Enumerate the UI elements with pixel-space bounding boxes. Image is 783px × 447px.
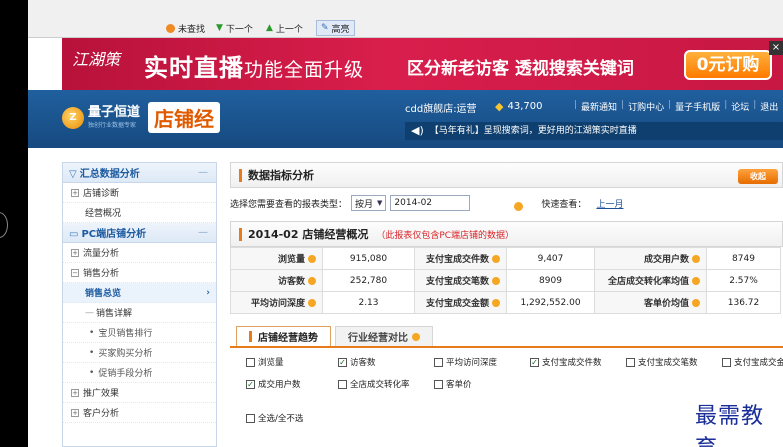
banner-promo: 区分新老访客 透视搜索关键词 bbox=[407, 59, 634, 79]
info-icon[interactable] bbox=[492, 277, 500, 285]
checkbox-orders[interactable]: 支付宝成交笔数 bbox=[626, 356, 722, 368]
report-filter: 选择您需要查看的报表类型： 按月 ▼ 2014-02 快速查看： 上一月 bbox=[230, 188, 783, 218]
checkbox-pageviews[interactable]: 浏览量 bbox=[246, 356, 338, 368]
nav-mobile[interactable]: 量子手机版 bbox=[675, 100, 720, 113]
sidebar-item-buyer[interactable]: • 买家购买分析 bbox=[63, 343, 216, 363]
watermark-text: 最需教育 bbox=[693, 398, 783, 447]
checkbox-conversion[interactable]: 全店成交转化率 bbox=[338, 378, 434, 390]
brand: Z 量子恒道 独创行业数据专家 店铺经 bbox=[62, 102, 221, 133]
app-header: Z 量子恒道 独创行业数据专家 店铺经 cdd旗舰店:运营 ◆ 43,700 | 最… bbox=[28, 90, 783, 148]
close-icon[interactable]: × bbox=[769, 41, 783, 55]
ad-banner[interactable]: 江湖策 实时直播功能全面升级 区分新老访客 透视搜索关键词 0元订购 bbox=[62, 38, 783, 90]
tab-industry-compare[interactable]: 行业经营对比 bbox=[335, 326, 433, 346]
sidebar-item-ranking[interactable]: • 宝贝销售排行 bbox=[63, 323, 216, 343]
nav-forum[interactable]: 论坛 bbox=[731, 100, 749, 113]
sidebar-item-traffic[interactable]: + 流量分析 bbox=[63, 243, 216, 263]
nav-notice[interactable]: 最新通知 bbox=[581, 100, 617, 113]
order-button[interactable]: 0元订购 bbox=[684, 50, 772, 80]
sidebar-item-overview[interactable]: 经营概况 bbox=[63, 203, 216, 223]
coin-balance: ◆ 43,700 bbox=[495, 100, 543, 113]
quick-view-label: 快速查看： bbox=[541, 199, 587, 210]
news-ticker[interactable]: ◀) 【马年有礼】呈现搜索词，更好用的江湖策实时直播 bbox=[405, 122, 783, 140]
product-name: 店铺经 bbox=[148, 102, 221, 133]
info-icon[interactable] bbox=[308, 299, 316, 307]
chevron-down-icon: ▼ bbox=[377, 199, 383, 207]
collapse-button[interactable]: 收起 bbox=[738, 169, 778, 184]
info-icon[interactable] bbox=[492, 255, 500, 263]
top-nav: | 最新通知 | 订购中心 | 量子手机版 | 论坛 | 退出 bbox=[574, 100, 779, 113]
metrics-table: 浏览量 915,080 支付宝成交件数 9,407 成交用户数 8749 访客数… bbox=[230, 247, 781, 314]
sidebar-item-customer[interactable]: + 客户分析 bbox=[63, 403, 216, 423]
sidebar-item-promo[interactable]: • 促销手段分析 bbox=[63, 363, 216, 383]
sidebar-item-sales-overview[interactable]: 销售总览 › bbox=[63, 283, 216, 303]
info-icon[interactable] bbox=[492, 299, 500, 307]
sidebar: ▽ 汇总数据分析 — + 店铺诊断 经营概况 ▭ PC端店铺分析 — + 流量分析 − 销售分… bbox=[62, 162, 217, 447]
checkbox-select-all[interactable]: 全选/全不选 bbox=[246, 412, 303, 424]
checkbox-buyers[interactable]: ✓ 成交用户数 bbox=[246, 378, 338, 390]
chevron-right-icon: › bbox=[206, 287, 210, 298]
find-bar: 未查找 ▼ 下一个 ▲ 上一个 ✎ 高亮 bbox=[28, 0, 783, 38]
info-icon[interactable] bbox=[692, 277, 700, 285]
banner-logo: 江湖策 bbox=[72, 50, 121, 69]
overlay-circle bbox=[0, 212, 8, 238]
pencil-icon: ✎ bbox=[321, 23, 329, 33]
find-status: 未查找 bbox=[166, 20, 205, 36]
section-title: 数据指标分析 收起 bbox=[230, 162, 783, 188]
info-icon[interactable] bbox=[308, 277, 316, 285]
arrow-down-icon: ▼ bbox=[216, 23, 223, 33]
highlight-button[interactable]: ✎ 高亮 bbox=[316, 20, 355, 36]
sidebar-item-sales-detail[interactable]: — 销售详解 bbox=[63, 303, 216, 323]
funnel-icon: ▽ bbox=[69, 169, 77, 180]
speaker-icon: ◀) bbox=[411, 124, 424, 137]
checkbox-visitors[interactable]: ✓ 访客数 bbox=[338, 356, 434, 368]
find-icon bbox=[166, 23, 175, 33]
period-input[interactable]: 2014-02 bbox=[390, 195, 471, 211]
tab-store-trend[interactable]: 店铺经营趋势 bbox=[236, 326, 331, 346]
trend-tabs: 店铺经营趋势 行业经营对比 bbox=[230, 324, 783, 348]
nav-order[interactable]: 订购中心 bbox=[628, 100, 664, 113]
shop-account[interactable]: cdd旗舰店:运营 bbox=[405, 100, 477, 115]
arrow-up-icon: ▲ bbox=[266, 23, 273, 33]
nav-logout[interactable]: 退出 bbox=[760, 100, 778, 113]
banner-headline: 实时直播功能全面升级 bbox=[144, 54, 365, 82]
table-row: 访客数 252,780 支付宝成交笔数 8909 全店成交转化率均值 2.57% bbox=[230, 269, 781, 292]
monitor-icon: ▭ bbox=[69, 229, 79, 240]
info-icon bbox=[412, 332, 420, 341]
brand-name: 量子恒道 bbox=[88, 105, 141, 120]
table-row: 平均访问深度 2.13 支付宝成交金额 1,292,552.00 客单价均值 1… bbox=[230, 291, 781, 314]
metric-checkboxes: 浏览量 ✓访客数 平均访问深度 ✓支付宝成交件数 支付宝成交笔数 支付宝成交金额… bbox=[230, 348, 783, 390]
sidebar-item-sales[interactable]: − 销售分析 bbox=[63, 263, 216, 283]
browser-viewport: 未查找 ▼ 下一个 ▲ 上一个 ✎ 高亮 江湖策 实时直播功能全面升级 区分新老访客 … bbox=[28, 0, 783, 447]
coins-icon: ◆ bbox=[495, 100, 504, 113]
overview-title: 2014-02 店铺经营概况 （此报表仅包含PC端店铺的数据） bbox=[230, 221, 783, 247]
prev-month-link[interactable]: 上一月 bbox=[596, 197, 623, 210]
checkbox-depth[interactable]: 平均访问深度 bbox=[434, 356, 530, 368]
sidebar-item-diagnosis[interactable]: + 店铺诊断 bbox=[63, 183, 216, 203]
brand-logo-icon: Z bbox=[62, 106, 84, 129]
checkbox-unit-price[interactable]: 客单价 bbox=[434, 378, 530, 390]
info-icon[interactable] bbox=[692, 255, 700, 263]
brand-tagline: 独创行业数据专家 bbox=[88, 122, 137, 129]
info-icon[interactable] bbox=[308, 255, 316, 263]
find-next-button[interactable]: ▼ 下一个 bbox=[216, 20, 253, 36]
sidebar-item-promotion[interactable]: + 推广效果 bbox=[63, 383, 216, 403]
period-type-select[interactable]: 按月 ▼ bbox=[351, 195, 387, 211]
help-icon bbox=[514, 201, 524, 211]
find-prev-button[interactable]: ▲ 上一个 bbox=[266, 20, 303, 36]
info-icon[interactable] bbox=[692, 299, 700, 307]
sidebar-group-summary[interactable]: ▽ 汇总数据分析 — bbox=[63, 163, 216, 183]
filter-label: 选择您需要查看的报表类型： bbox=[230, 199, 348, 210]
checkbox-items[interactable]: ✓ 支付宝成交件数 bbox=[530, 356, 626, 368]
sidebar-group-pc[interactable]: ▭ PC端店铺分析 — bbox=[63, 223, 216, 243]
checkbox-amount[interactable]: 支付宝成交金额 bbox=[722, 356, 783, 368]
table-row: 浏览量 915,080 支付宝成交件数 9,407 成交用户数 8749 bbox=[230, 247, 781, 270]
